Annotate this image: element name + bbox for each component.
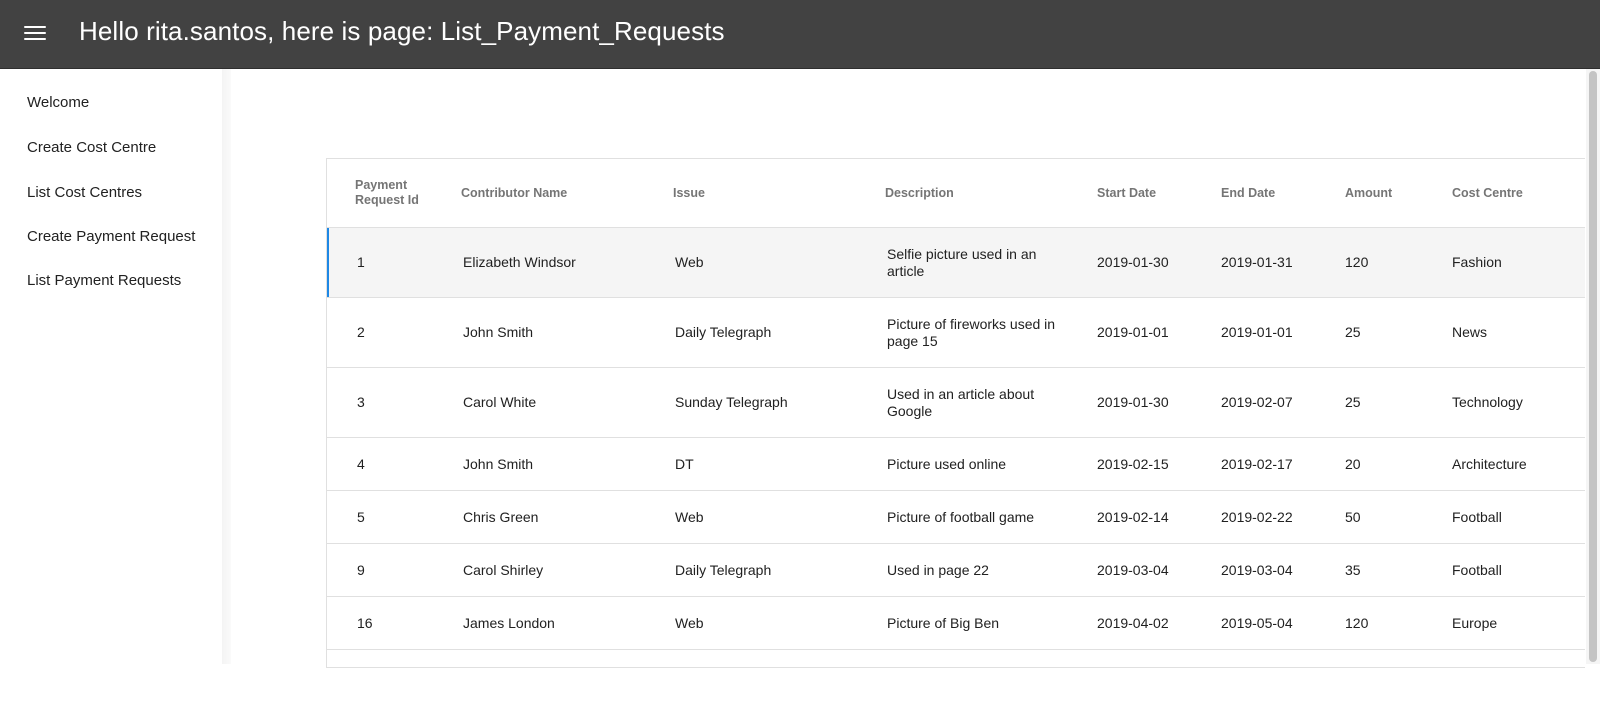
page-scrollbar[interactable]	[1586, 69, 1600, 664]
payment-requests-table: Payment Request Id Contributor Name Issu…	[327, 159, 1585, 702]
table-row[interactable]: 1 Elizabeth Windsor Web Selfie picture u…	[327, 228, 1585, 298]
sidebar-item-list-cost-centres[interactable]: List Cost Centres	[27, 184, 142, 201]
cell-start-date: 2019-04-02	[1097, 597, 1221, 650]
cell-amount: 120	[1345, 597, 1452, 650]
cell-issue: DT	[673, 438, 885, 491]
sidebar-item-list-payment-requests[interactable]: List Payment Requests	[27, 272, 181, 289]
cell-amount: 25	[1345, 368, 1452, 438]
cell-contributor: Elizabeth Windsor	[461, 228, 673, 298]
cell-cost-centre: News	[1452, 298, 1585, 368]
cell-issue: Daily Telegraph	[673, 544, 885, 597]
cell-description: Used in an article about Google	[885, 368, 1097, 438]
cell-amount: 25	[1345, 298, 1452, 368]
cell-id: 3	[327, 368, 461, 438]
table-row[interactable]: 9 Carol Shirley Daily Telegraph Used in …	[327, 544, 1585, 597]
table-row[interactable]: 5 Chris Green Web Picture of football ga…	[327, 491, 1585, 544]
page-title: Hello rita.santos, here is page: List_Pa…	[79, 16, 725, 47]
cell-description: Picture of fireworks used in page 15	[885, 298, 1097, 368]
cell-issue: Daily Telegraph	[673, 298, 885, 368]
cell-amount: 20	[1345, 438, 1452, 491]
cell-issue: Sunday Telegraph	[673, 368, 885, 438]
cell-id: 4	[327, 438, 461, 491]
column-header-cost-centre[interactable]: Cost Centre	[1452, 159, 1585, 228]
cell-issue: Web	[673, 597, 885, 650]
table-row[interactable]: 3 Carol White Sunday Telegraph Used in a…	[327, 368, 1585, 438]
cell-cost-centre: Europe	[1452, 597, 1585, 650]
cell-issue: Web	[673, 491, 885, 544]
column-header-description[interactable]: Description	[885, 159, 1097, 228]
cell-start-date: 2019-02-15	[1097, 438, 1221, 491]
cell-description: Picture used online	[885, 438, 1097, 491]
column-header-end-date[interactable]: End Date	[1221, 159, 1345, 228]
cell-start-date: 2019-02-14	[1097, 491, 1221, 544]
cell-start-date: 2019-01-30	[1097, 228, 1221, 298]
cell-id: 16	[327, 597, 461, 650]
cell-contributor: Chris Green	[461, 491, 673, 544]
cell-description: Picture of Big Ben	[885, 597, 1097, 650]
cell-amount: 35	[1345, 544, 1452, 597]
column-header-start-date[interactable]: Start Date	[1097, 159, 1221, 228]
cell-description: Selfie picture used in an article	[885, 228, 1097, 298]
cell-end-date: 2019-02-17	[1221, 438, 1345, 491]
cell-start-date: 2019-01-30	[1097, 368, 1221, 438]
cell-contributor: John Smith	[461, 298, 673, 368]
cell-amount: 50	[1345, 491, 1452, 544]
cell-end-date: 2019-05-04	[1221, 597, 1345, 650]
cell-id: 2	[327, 298, 461, 368]
cell-contributor: Carol Shirley	[461, 544, 673, 597]
table-row[interactable]: 16 James London Web Picture of Big Ben 2…	[327, 597, 1585, 650]
cell-cost-centre: Architecture	[1452, 438, 1585, 491]
cell-end-date: 2019-02-22	[1221, 491, 1345, 544]
payment-requests-table-card: Payment Request Id Contributor Name Issu…	[326, 158, 1585, 668]
cell-description: Used in page 22	[885, 544, 1097, 597]
cell-start-date: 2019-01-01	[1097, 298, 1221, 368]
menu-icon[interactable]	[22, 20, 48, 46]
cell-cost-centre: Football	[1452, 544, 1585, 597]
cell-end-date: 2019-01-31	[1221, 228, 1345, 298]
sidebar-nav: Welcome Create Cost Centre List Cost Cen…	[0, 69, 223, 664]
app-bar: Hello rita.santos, here is page: List_Pa…	[0, 0, 1600, 69]
column-header-contributor-name[interactable]: Contributor Name	[461, 159, 673, 228]
column-header-issue[interactable]: Issue	[673, 159, 885, 228]
table-row	[327, 650, 1585, 702]
cell-id: 9	[327, 544, 461, 597]
cell-end-date: 2019-01-01	[1221, 298, 1345, 368]
sidebar-divider	[222, 69, 231, 664]
cell-start-date: 2019-03-04	[1097, 544, 1221, 597]
cell-amount: 120	[1345, 228, 1452, 298]
column-header-amount[interactable]: Amount	[1345, 159, 1452, 228]
cell-id: 1	[327, 228, 461, 298]
table-row[interactable]: 4 John Smith DT Picture used online 2019…	[327, 438, 1585, 491]
sidebar-item-welcome[interactable]: Welcome	[27, 94, 89, 111]
table-header-row: Payment Request Id Contributor Name Issu…	[327, 159, 1585, 228]
cell-end-date: 2019-03-04	[1221, 544, 1345, 597]
cell-end-date: 2019-02-07	[1221, 368, 1345, 438]
scrollbar-thumb[interactable]	[1589, 71, 1597, 662]
cell-description: Picture of football game	[885, 491, 1097, 544]
sidebar-item-create-payment-request[interactable]: Create Payment Request	[27, 228, 195, 245]
table-row[interactable]: 2 John Smith Daily Telegraph Picture of …	[327, 298, 1585, 368]
cell-contributor: James London	[461, 597, 673, 650]
cell-id: 5	[327, 491, 461, 544]
cell-contributor: John Smith	[461, 438, 673, 491]
cell-contributor: Carol White	[461, 368, 673, 438]
cell-cost-centre: Fashion	[1452, 228, 1585, 298]
cell-cost-centre: Technology	[1452, 368, 1585, 438]
column-header-payment-request-id[interactable]: Payment Request Id	[327, 159, 461, 228]
cell-issue: Web	[673, 228, 885, 298]
sidebar-item-create-cost-centre[interactable]: Create Cost Centre	[27, 139, 156, 156]
cell-cost-centre: Football	[1452, 491, 1585, 544]
